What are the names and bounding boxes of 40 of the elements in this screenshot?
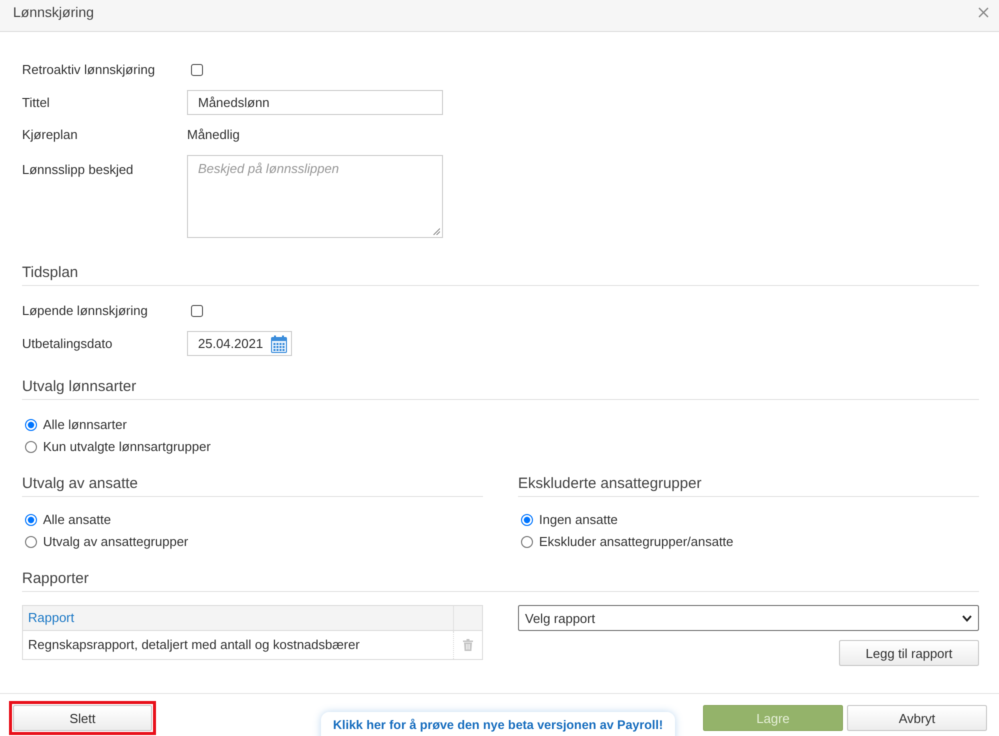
field-label: Løpende lønnskjøring: [22, 302, 148, 320]
radio-label: Alle ansatte: [43, 511, 111, 529]
chevron-down-icon: [962, 614, 972, 622]
dialog-title: Lønnskjøring: [13, 4, 94, 21]
checkbox[interactable]: [191, 64, 203, 76]
radio-label: Ekskluder ansattegrupper/ansatte: [539, 533, 734, 551]
table-cell: Regnskapsrapport, detaljert med antall og kostnadsbærer: [28, 637, 360, 653]
section-heading: Tidsplan: [22, 264, 78, 281]
radio-button[interactable]: [25, 441, 37, 453]
calendar-icon[interactable]: [271, 334, 287, 352]
button[interactable]: Slett: [13, 705, 152, 731]
report-select[interactable]: Velg rapport: [518, 605, 979, 631]
radio-button[interactable]: [521, 514, 533, 526]
date-field[interactable]: 25.04.2021: [187, 331, 292, 356]
radio-label: Ingen ansatte: [539, 511, 618, 529]
field-label: Tittel: [22, 94, 50, 112]
add-report-button[interactable]: Legg til rapport: [839, 640, 979, 666]
field-label: Kjøreplan: [22, 126, 78, 144]
section-heading: Utvalg av ansatte: [22, 475, 138, 492]
checkbox[interactable]: [191, 305, 203, 317]
resize-handle-icon[interactable]: [433, 228, 440, 235]
radio-button[interactable]: [25, 514, 37, 526]
radio-label: Utvalg av ansattegrupper: [43, 533, 188, 551]
column-header[interactable]: Rapport: [28, 610, 74, 626]
beta-link[interactable]: Klikk her for å prøve den nye beta versjonen av Payroll!: [333, 717, 663, 733]
field-label: Utbetalingsdato: [22, 334, 112, 352]
field-label: Lønnsslipp beskjed: [22, 161, 134, 179]
field-label: Retroaktiv lønnskjøring: [22, 61, 155, 79]
text-field[interactable]: Månedslønn: [187, 90, 443, 115]
section-heading: Rapporter: [22, 570, 89, 587]
field-value: Månedlig: [187, 126, 240, 144]
radio-button[interactable]: [25, 536, 37, 548]
radio-button[interactable]: [25, 419, 37, 431]
section-heading: Utvalg lønnsarter: [22, 378, 136, 395]
section-heading: Ekskluderte ansattegrupper: [518, 475, 702, 492]
radio-label: Alle lønnsarter: [43, 416, 127, 434]
radio-button[interactable]: [521, 536, 533, 548]
close-icon[interactable]: [978, 7, 989, 18]
button[interactable]: Avbryt: [847, 705, 987, 731]
radio-label: Kun utvalgte lønnsartgrupper: [43, 438, 211, 456]
